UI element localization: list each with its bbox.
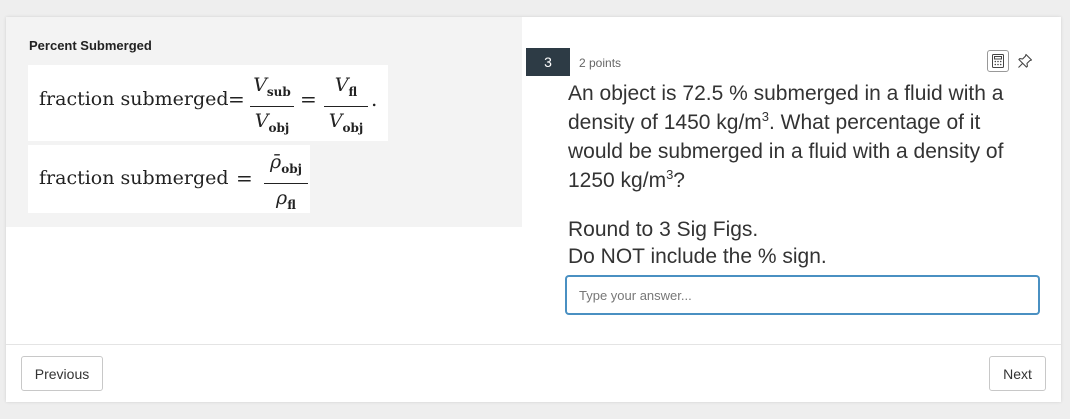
next-button[interactable]: Next (989, 356, 1046, 391)
question-number: 3 (526, 48, 570, 76)
formula-fraction-submerged-density: fraction submerged = ρ̄obj ρfl (28, 145, 310, 213)
instruction-no-percent: Do NOT include the % sign. (568, 245, 827, 268)
divider (6, 344, 1061, 345)
density-fraction: ρ̄obj ρfl (264, 150, 308, 217)
equals-sign: = (228, 87, 245, 111)
pin-icon (1018, 53, 1033, 68)
question-text: An object is 72.5 % submerged in a fluid… (568, 82, 1004, 192)
formula-label: fraction submerged (39, 88, 229, 110)
period: . (371, 87, 378, 111)
reference-title: Percent Submerged (29, 38, 152, 53)
reference-panel: Percent Submerged fraction submerged = V… (6, 17, 522, 227)
equals-sign: = (236, 166, 253, 190)
question-points: 2 points (579, 56, 622, 70)
volume-fluid-fraction: Vfl Vobj (324, 73, 368, 140)
pin-button[interactable] (1015, 50, 1035, 72)
answer-input[interactable] (566, 276, 1039, 314)
volume-submerged-fraction: Vsub Vobj (250, 73, 294, 140)
formula-fraction-submerged-volume: fraction submerged = Vsub Vobj = Vfl Vob… (28, 65, 388, 141)
calculator-icon (992, 54, 1004, 68)
instruction-sig-figs: Round to 3 Sig Figs. (568, 218, 759, 241)
quiz-card: Percent Submerged fraction submerged = V… (6, 17, 1061, 402)
calculator-button[interactable] (987, 50, 1009, 72)
previous-button[interactable]: Previous (21, 356, 103, 391)
formula-label: fraction submerged (39, 167, 229, 189)
equals-sign: = (300, 87, 317, 111)
question-instructions: Round to 3 Sig Figs. Do NOT include the … (568, 216, 827, 270)
